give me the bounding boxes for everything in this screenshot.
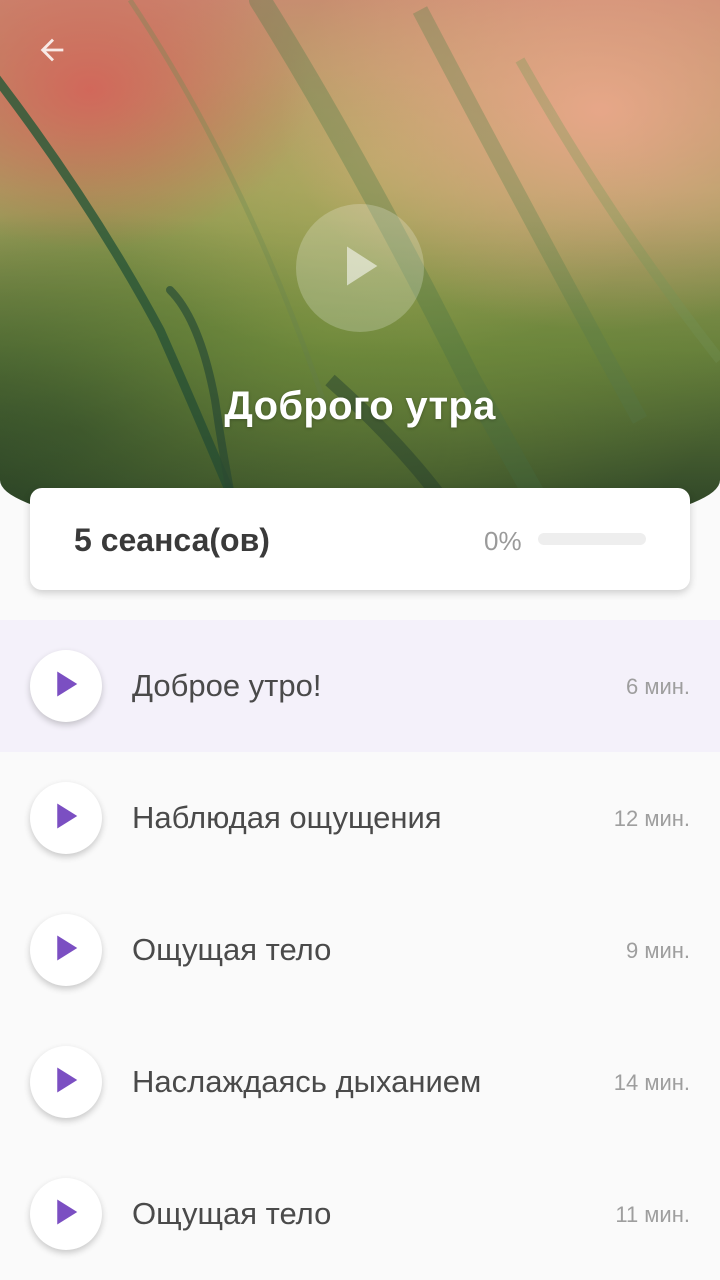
session-title: Ощущая тело — [132, 1196, 332, 1231]
play-icon — [51, 933, 81, 968]
progress-card: 5 сеанса(ов) 0% — [30, 488, 690, 590]
course-title: Доброго утра — [224, 384, 496, 428]
progress-percent: 0% — [484, 526, 522, 556]
play-icon — [51, 669, 81, 704]
session-play-button[interactable] — [30, 914, 102, 986]
session-row[interactable]: Наслаждаясь дыханием 14 мин. — [0, 1016, 720, 1148]
session-title: Наблюдая ощущения — [132, 800, 442, 835]
session-duration: 12 мин. — [613, 806, 690, 831]
play-course-button[interactable] — [296, 204, 424, 332]
session-row[interactable]: Ощущая тело 11 мин. — [0, 1148, 720, 1280]
session-play-button[interactable] — [30, 782, 102, 854]
session-row[interactable]: Наблюдая ощущения 12 мин. — [0, 752, 720, 884]
session-list: Доброе утро! 6 мин. Наблюдая ощущения 12… — [0, 620, 720, 1280]
session-play-button[interactable] — [30, 1046, 102, 1118]
arrow-left-icon — [35, 33, 69, 72]
back-button[interactable] — [22, 22, 82, 82]
play-icon — [51, 1065, 81, 1100]
play-icon — [334, 240, 386, 297]
session-row[interactable]: Доброе утро! 6 мин. — [0, 620, 720, 752]
session-play-button[interactable] — [30, 650, 102, 722]
progress-bar — [538, 533, 646, 545]
session-count: 5 сеанса(ов) — [74, 522, 270, 558]
session-duration: 14 мин. — [613, 1070, 690, 1095]
session-duration: 11 мин. — [615, 1202, 690, 1227]
play-icon — [51, 1197, 81, 1232]
session-row[interactable]: Ощущая тело 9 мин. — [0, 884, 720, 1016]
session-duration: 6 мин. — [625, 674, 690, 699]
session-title: Доброе утро! — [132, 668, 322, 703]
session-play-button[interactable] — [30, 1178, 102, 1250]
session-duration: 9 мин. — [625, 938, 690, 963]
session-title: Ощущая тело — [132, 932, 332, 967]
session-title: Наслаждаясь дыханием — [132, 1064, 482, 1099]
play-icon — [51, 801, 81, 836]
